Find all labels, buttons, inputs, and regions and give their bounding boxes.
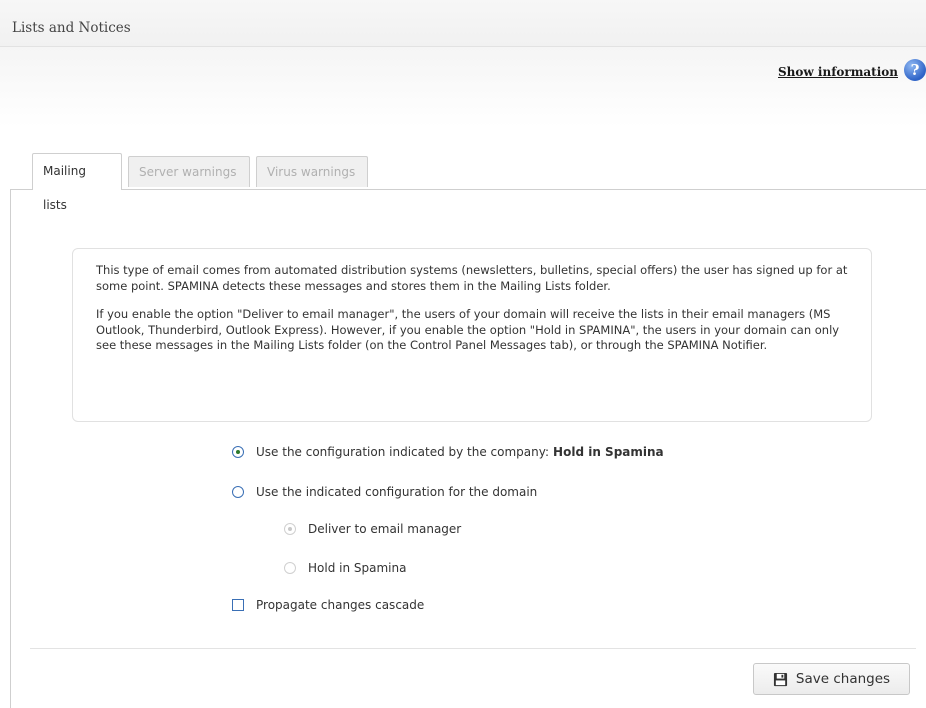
save-changes-label: Save changes [795,671,891,687]
domain-config-option[interactable]: Use the indicated configuration for the … [232,485,537,499]
hold-in-spamina-radio[interactable] [284,562,296,574]
company-config-label: Use the configuration indicated by the c… [256,445,550,459]
company-config-value: Hold in Spamina [553,445,664,459]
save-changes-button[interactable]: Save changes [753,663,910,695]
company-config-radio[interactable] [232,446,244,458]
hold-in-spamina-option[interactable]: Hold in Spamina [284,561,406,575]
deliver-to-email-manager-radio[interactable] [284,523,296,535]
floppy-disk-icon [773,672,787,686]
description-paragraph-2: If you enable the option "Deliver to ema… [96,307,840,352]
page-title: Lists and Notices [12,20,131,36]
domain-config-radio[interactable] [232,486,244,498]
propagate-option[interactable]: Propagate changes cascade [232,598,424,612]
tab-virus-warnings[interactable]: Virus warnings [256,156,368,187]
help-icon[interactable]: ? [904,59,926,81]
show-information-link[interactable]: Show information [778,65,898,79]
description-box: This type of email comes from automated … [72,248,872,422]
title-bar: Lists and Notices [0,0,926,47]
domain-config-label: Use the indicated configuration for the … [256,485,538,499]
propagate-label: Propagate changes cascade [256,598,425,612]
tab-server-warnings[interactable]: Server warnings [128,156,250,187]
deliver-to-email-manager-option[interactable]: Deliver to email manager [284,522,461,536]
company-config-option[interactable]: Use the configuration indicated by the c… [232,445,664,459]
deliver-to-email-manager-label: Deliver to email manager [308,522,462,536]
tab-mailing-lists[interactable]: Mailing lists [32,153,122,212]
footer-divider [30,648,916,649]
description-paragraph-1: This type of email comes from automated … [96,263,848,293]
hold-in-spamina-label: Hold in Spamina [308,561,407,575]
propagate-checkbox[interactable] [232,599,244,611]
info-band: Show information ? [0,47,926,127]
